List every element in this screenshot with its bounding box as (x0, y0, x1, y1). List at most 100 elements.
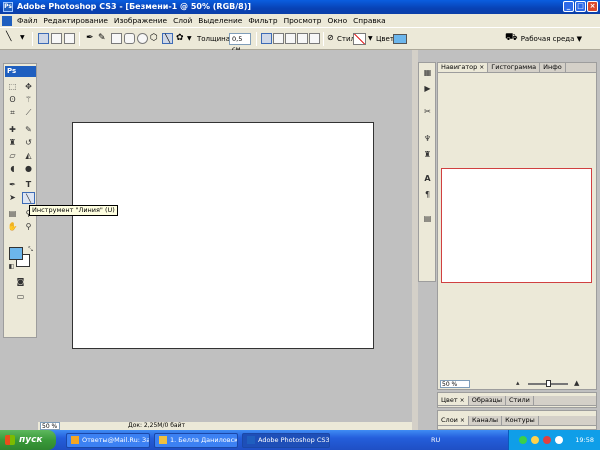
foreground-color-swatch[interactable] (9, 247, 23, 260)
brush-presets-icon[interactable]: ♆ (422, 133, 433, 144)
style-dropdown-icon[interactable]: ▼ (368, 35, 373, 42)
network-icon[interactable] (519, 436, 527, 444)
freeform-pen-icon[interactable]: ✎ (98, 33, 106, 43)
zoom-slider-handle[interactable] (546, 380, 551, 387)
menu-view[interactable]: Просмотр (281, 14, 325, 27)
rounded-rectangle-icon[interactable] (124, 33, 135, 44)
menu-help[interactable]: Справка (350, 14, 389, 27)
line-tool-icon[interactable]: ╲ (22, 192, 35, 204)
ellipse-shape-icon[interactable] (137, 33, 148, 44)
zoom-tool-icon[interactable]: ⚲ (22, 221, 35, 233)
taskbar-item-mail[interactable]: Ответы@Mail.Ru: За... (66, 432, 150, 448)
actions-panel-icon[interactable]: ▶ (422, 83, 433, 94)
minimize-button[interactable]: _ (563, 1, 574, 12)
document-zoom-field[interactable]: 50 % (40, 422, 60, 430)
document-control-icon[interactable] (2, 15, 12, 26)
language-indicator[interactable]: RU (431, 430, 440, 450)
polygon-shape-icon[interactable]: ⬡ (150, 33, 158, 43)
add-to-shape-area-button[interactable] (273, 33, 284, 44)
paint-bucket-tool-icon[interactable]: ◭ (22, 150, 35, 162)
path-selection-tool-icon[interactable]: ➤ (6, 192, 19, 204)
pen-tool-icon[interactable]: ✒ (6, 179, 19, 191)
swap-colors-icon[interactable]: ⤡ (24, 244, 37, 256)
workspace-dropdown[interactable]: Рабочая среда ▼ (521, 33, 582, 45)
navigator-zoom-field[interactable]: 50 % (440, 380, 470, 388)
blur-tool-icon[interactable]: ◖ (6, 163, 19, 175)
slice-tool-icon[interactable]: ⟋ (22, 107, 35, 119)
tab-color[interactable]: Цвет × (438, 396, 469, 405)
type-tool-icon[interactable]: T (22, 179, 35, 191)
hand-tool-icon[interactable]: ✋ (6, 221, 19, 233)
subtract-from-shape-area-button[interactable] (285, 33, 296, 44)
close-button[interactable]: × (587, 1, 598, 12)
menu-image[interactable]: Изображение (111, 14, 170, 27)
close-icon[interactable]: × (479, 64, 484, 71)
paragraph-panel-icon[interactable]: ¶ (422, 189, 433, 200)
menu-edit[interactable]: Редактирование (40, 14, 111, 27)
new-shape-layer-button[interactable] (261, 33, 272, 44)
color-swatch[interactable] (393, 34, 407, 44)
brush-tool-icon[interactable]: ✎ (22, 124, 35, 136)
magic-wand-tool-icon[interactable]: ⚚ (22, 94, 35, 106)
line-tool-preset-icon[interactable]: ╲ (6, 32, 11, 42)
line-shape-icon[interactable]: ╲ (162, 33, 173, 44)
rectangle-shape-icon[interactable] (111, 33, 122, 44)
healing-brush-tool-icon[interactable]: ✚ (6, 124, 19, 136)
tab-navigator[interactable]: Навигатор × (438, 63, 489, 72)
tab-paths[interactable]: Контуры (502, 416, 539, 425)
brushes-panel-icon[interactable]: ▦ (422, 67, 433, 78)
menu-window[interactable]: Окно (325, 14, 351, 27)
character-panel-icon[interactable]: A (422, 173, 433, 184)
menu-select[interactable]: Выделение (195, 14, 245, 27)
menu-layer[interactable]: Слой (170, 14, 195, 27)
link-icon[interactable]: ⊘ (327, 33, 334, 42)
layer-comps-icon[interactable]: ▤ (422, 213, 433, 224)
tab-channels[interactable]: Каналы (468, 416, 503, 425)
document-canvas[interactable] (72, 122, 374, 349)
tab-layers[interactable]: Слои × (438, 416, 469, 425)
menu-file[interactable]: Файл (14, 14, 40, 27)
taskbar-item-bella[interactable]: 1. Белла Даниловск... (154, 432, 238, 448)
move-tool-icon[interactable]: ✥ (22, 81, 35, 93)
default-colors-icon[interactable]: ◧ (5, 261, 18, 273)
screen-mode-icon[interactable]: ▭ (14, 291, 27, 303)
document-info[interactable]: Док: 2,25M/0 байт (128, 422, 185, 430)
paths-mode-button[interactable] (51, 33, 62, 44)
style-picker[interactable] (353, 33, 366, 45)
speaker-icon[interactable] (531, 436, 539, 444)
maximize-button[interactable]: □ (575, 1, 586, 12)
geometry-options-dropdown-icon[interactable]: ▼ (187, 35, 192, 42)
clone-stamp-tool-icon[interactable]: ♜ (6, 137, 19, 149)
tray-app-icon[interactable] (555, 436, 563, 444)
history-brush-tool-icon[interactable]: ↺ (22, 137, 35, 149)
navigator-preview[interactable] (441, 168, 592, 283)
taskbar-item-photoshop[interactable]: Adobe Photoshop CS3 (242, 432, 330, 448)
exclude-overlapping-button[interactable] (309, 33, 320, 44)
zoom-in-icon[interactable]: ▲ (574, 379, 579, 387)
clone-source-icon[interactable]: ♜ (422, 149, 433, 160)
tab-histogram[interactable]: Гистограмма (488, 63, 541, 72)
pen-tool-icon[interactable]: ✒ (86, 33, 94, 43)
thickness-input[interactable]: 0,5 см (229, 33, 251, 53)
tool-presets-icon[interactable]: ✂ (422, 106, 433, 117)
start-button[interactable]: пуск (0, 430, 56, 450)
clock[interactable]: 19:58 (575, 430, 594, 450)
crop-tool-icon[interactable]: ⌗ (6, 107, 19, 119)
intersect-shape-areas-button[interactable] (297, 33, 308, 44)
marquee-tool-icon[interactable]: ⬚ (6, 81, 19, 93)
tab-swatches[interactable]: Образцы (468, 396, 506, 405)
zoom-out-icon[interactable]: ▴ (516, 379, 520, 387)
fill-pixels-mode-button[interactable] (64, 33, 75, 44)
tab-styles[interactable]: Стили (505, 396, 534, 405)
preset-dropdown-icon[interactable]: ▼ (20, 34, 25, 41)
menu-filter[interactable]: Фильтр (245, 14, 280, 27)
security-icon[interactable] (543, 436, 551, 444)
close-icon[interactable]: × (460, 417, 465, 424)
quick-mask-mode-icon[interactable]: ◙ (14, 276, 27, 288)
dodge-tool-icon[interactable]: ● (22, 163, 35, 175)
eraser-tool-icon[interactable]: ▱ (6, 150, 19, 162)
palette-well-icon[interactable]: ⛟ (505, 32, 518, 45)
custom-shape-icon[interactable]: ✿ (176, 33, 184, 43)
notes-tool-icon[interactable]: ▤ (6, 208, 19, 220)
shape-layers-mode-button[interactable] (38, 33, 49, 44)
